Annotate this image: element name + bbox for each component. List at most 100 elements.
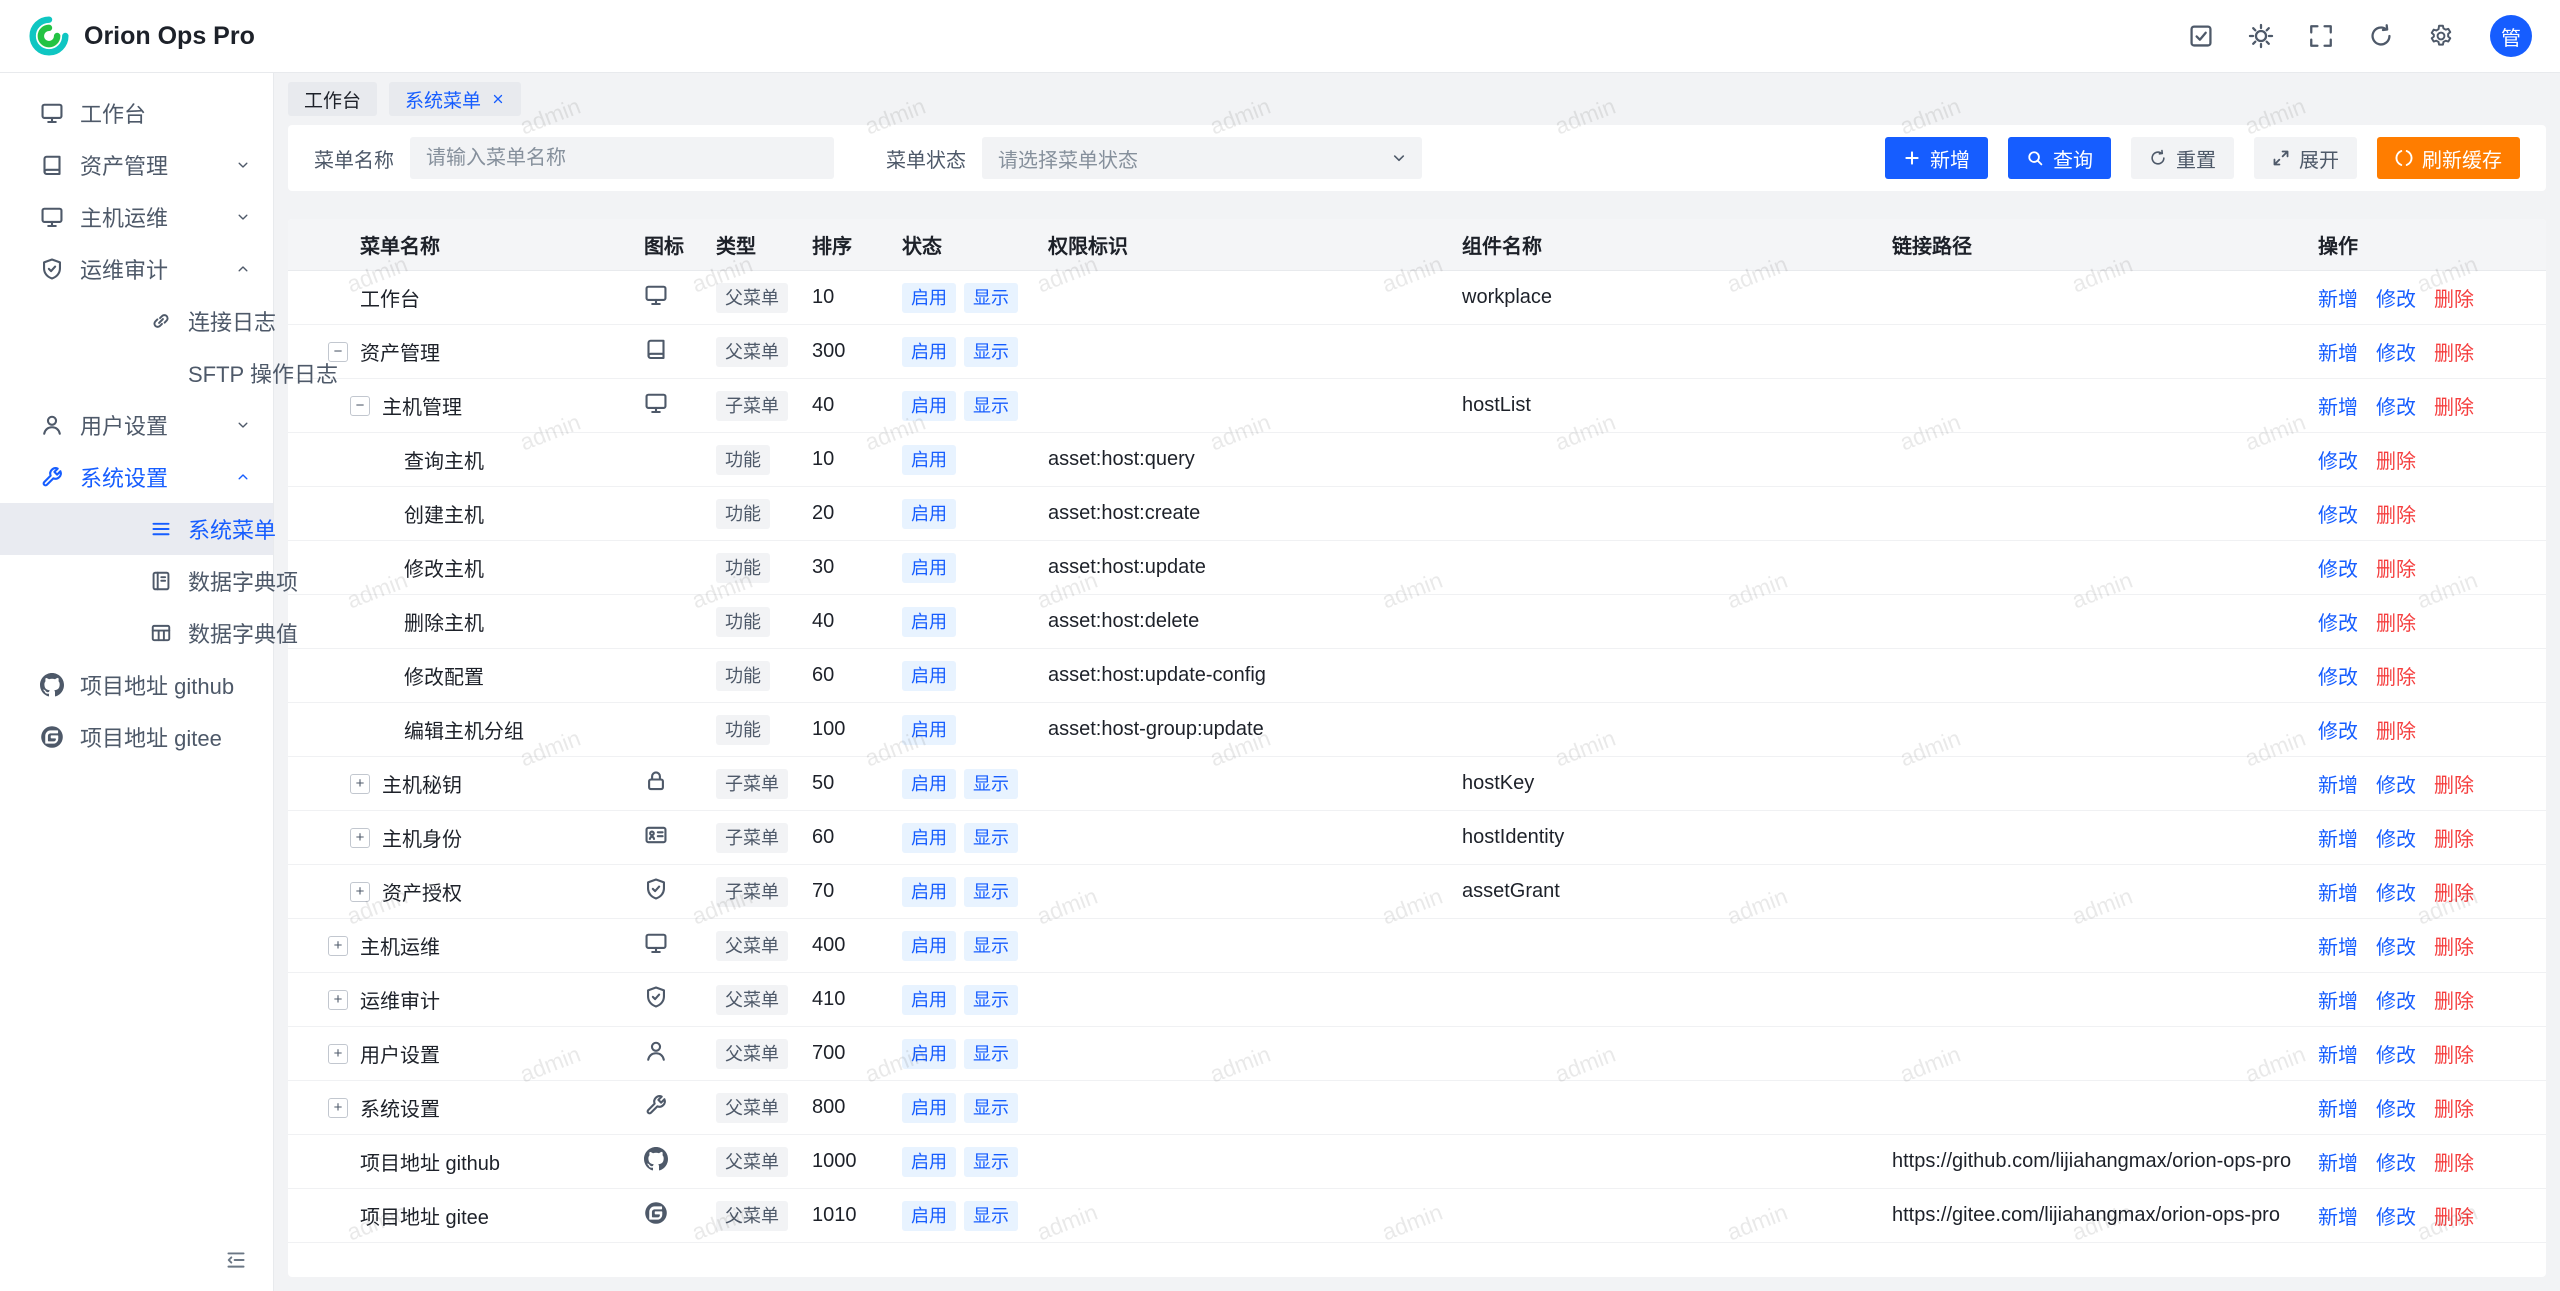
row-action-delete[interactable]: 删除 (2434, 1039, 2474, 1068)
row-action-add[interactable]: 新增 (2318, 1201, 2358, 1230)
row-action-edit[interactable]: 修改 (2376, 1093, 2416, 1122)
row-action-delete[interactable]: 删除 (2434, 283, 2474, 312)
row-action-add[interactable]: 新增 (2318, 283, 2358, 312)
status-tag: 启用 (902, 607, 956, 637)
expand-row-button[interactable]: + (328, 1098, 348, 1118)
add-button[interactable]: 新增 (1885, 137, 1988, 179)
sidebar-item-audit[interactable]: 运维审计 (0, 243, 273, 295)
row-action-edit[interactable]: 修改 (2376, 1201, 2416, 1230)
row-action-add[interactable]: 新增 (2318, 769, 2358, 798)
row-action-edit[interactable]: 修改 (2376, 283, 2416, 312)
menu-name: 删除主机 (404, 607, 484, 636)
sort-value: 100 (796, 718, 886, 741)
sidebar-item-label: 资产管理 (80, 149, 168, 181)
sidebar-item-system-menu[interactable]: 系统菜单 (0, 503, 273, 555)
expand-row-button[interactable]: + (350, 828, 370, 848)
row-action-delete[interactable]: 删除 (2434, 1201, 2474, 1230)
row-action-delete[interactable]: 删除 (2434, 391, 2474, 420)
row-action-edit[interactable]: 修改 (2376, 877, 2416, 906)
row-action-edit[interactable]: 修改 (2376, 337, 2416, 366)
row-action-delete[interactable]: 删除 (2376, 499, 2416, 528)
row-action-edit[interactable]: 修改 (2376, 823, 2416, 852)
tab-workbench[interactable]: 工作台 (288, 82, 377, 116)
expand-row-button[interactable]: + (350, 882, 370, 902)
sidebar-item-github[interactable]: 项目地址 github (0, 659, 273, 711)
theme-button[interactable] (2248, 23, 2274, 49)
sidebar-item-system-settings[interactable]: 系统设置 (0, 451, 273, 503)
row-action-edit[interactable]: 修改 (2376, 1039, 2416, 1068)
row-action-add[interactable]: 新增 (2318, 823, 2358, 852)
row-action-edit[interactable]: 修改 (2318, 499, 2358, 528)
row-action-edit[interactable]: 修改 (2318, 553, 2358, 582)
row-action-delete[interactable]: 删除 (2434, 931, 2474, 960)
sidebar-item-asset[interactable]: 资产管理 (0, 139, 273, 191)
row-action-delete[interactable]: 删除 (2434, 337, 2474, 366)
row-action-add[interactable]: 新增 (2318, 931, 2358, 960)
expand-row-button[interactable]: + (328, 1044, 348, 1064)
row-action-add[interactable]: 新增 (2318, 1147, 2358, 1176)
row-action-delete[interactable]: 删除 (2434, 1093, 2474, 1122)
close-icon[interactable] (491, 92, 505, 106)
row-action-edit[interactable]: 修改 (2376, 931, 2416, 960)
row-action-edit[interactable]: 修改 (2376, 769, 2416, 798)
sidebar-item-connect-log[interactable]: 连接日志 (0, 295, 273, 347)
row-action-add[interactable]: 新增 (2318, 1039, 2358, 1068)
row-action-delete[interactable]: 删除 (2376, 661, 2416, 690)
row-action-edit[interactable]: 修改 (2376, 391, 2416, 420)
reset-button[interactable]: 重置 (2131, 137, 2234, 179)
table-row: +系统设置父菜单800启用显示新增修改删除 (288, 1081, 2546, 1135)
row-action-add[interactable]: 新增 (2318, 337, 2358, 366)
avatar[interactable]: 管 (2490, 15, 2532, 57)
sidebar-item-dict-values[interactable]: 数据字典值 (0, 607, 273, 659)
refresh-cache-button[interactable]: 刷新缓存 (2377, 137, 2520, 179)
row-action-delete[interactable]: 删除 (2434, 877, 2474, 906)
tab-system-menu[interactable]: 系统菜单 (389, 82, 521, 116)
collapse-sidebar-button[interactable] (225, 1249, 247, 1271)
row-action-add[interactable]: 新增 (2318, 877, 2358, 906)
row-action-delete[interactable]: 删除 (2376, 715, 2416, 744)
expand-button[interactable]: 展开 (2254, 137, 2357, 179)
row-action-delete[interactable]: 删除 (2376, 553, 2416, 582)
row-action-delete[interactable]: 删除 (2434, 1147, 2474, 1176)
fullscreen-button[interactable] (2308, 23, 2334, 49)
row-action-edit[interactable]: 修改 (2376, 1147, 2416, 1176)
row-action-delete[interactable]: 删除 (2376, 607, 2416, 636)
menu-name-input[interactable] (410, 137, 834, 179)
gear-icon (2428, 23, 2454, 49)
row-action-delete[interactable]: 删除 (2376, 445, 2416, 474)
search-button[interactable]: 查询 (2008, 137, 2111, 179)
sidebar-item-sftp-log[interactable]: SFTP 操作日志 (0, 347, 273, 399)
settings-button[interactable] (2428, 23, 2454, 49)
row-action-edit[interactable]: 修改 (2318, 715, 2358, 744)
sidebar-item-dict-keys[interactable]: 数据字典项 (0, 555, 273, 607)
row-action-add[interactable]: 新增 (2318, 985, 2358, 1014)
table-row: 修改主机功能30启用asset:host:update修改删除 (288, 541, 2546, 595)
sidebar-item-host-ops[interactable]: 主机运维 (0, 191, 273, 243)
sort-value: 20 (796, 502, 886, 525)
type-tag: 父菜单 (716, 1201, 788, 1231)
row-action-edit[interactable]: 修改 (2318, 445, 2358, 474)
row-action-add[interactable]: 新增 (2318, 391, 2358, 420)
sidebar-item-gitee[interactable]: 项目地址 gitee (0, 711, 273, 763)
expand-row-button[interactable]: + (328, 936, 348, 956)
sidebar-item-workbench[interactable]: 工作台 (0, 87, 273, 139)
row-action-edit[interactable]: 修改 (2318, 661, 2358, 690)
sidebar: 工作台资产管理主机运维运维审计连接日志SFTP 操作日志用户设置系统设置系统菜单… (0, 73, 274, 1291)
row-action-delete[interactable]: 删除 (2434, 823, 2474, 852)
sidebar-item-label: 主机运维 (80, 201, 168, 233)
menu-status-select[interactable]: 请选择菜单状态 (982, 137, 1422, 179)
row-action-delete[interactable]: 删除 (2434, 985, 2474, 1014)
sidebar-item-user-settings[interactable]: 用户设置 (0, 399, 273, 451)
row-action-edit[interactable]: 修改 (2318, 607, 2358, 636)
refresh-button[interactable] (2368, 23, 2394, 49)
table-row: −资产管理父菜单300启用显示新增修改删除 (288, 325, 2546, 379)
api-check-button[interactable] (2188, 23, 2214, 49)
status-tag: 启用 (902, 769, 956, 799)
expand-row-button[interactable]: + (350, 774, 370, 794)
row-action-add[interactable]: 新增 (2318, 1093, 2358, 1122)
row-action-edit[interactable]: 修改 (2376, 985, 2416, 1014)
permission-value: asset:host:delete (1032, 610, 1446, 633)
collapse-row-button[interactable]: − (350, 396, 370, 416)
row-action-delete[interactable]: 删除 (2434, 769, 2474, 798)
expand-row-button[interactable]: + (328, 990, 348, 1010)
